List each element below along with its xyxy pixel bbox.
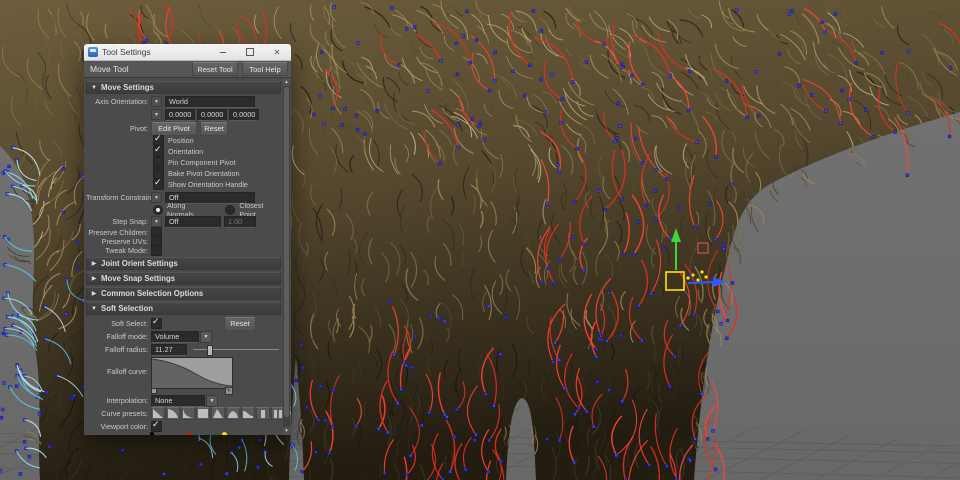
minimize-icon[interactable] — [215, 46, 231, 58]
steep-down-icon[interactable] — [181, 407, 195, 420]
curve-presets-row: Curve presets: — [86, 407, 291, 420]
falloff-mode-row: Falloff mode: Volume ▼ — [86, 330, 281, 343]
coord-z-field[interactable]: 0.0000 — [229, 108, 259, 121]
move-coords-row: ▼ 0.0000 0.0000 0.0000 — [86, 108, 281, 121]
active-tool-name: Move Tool — [90, 64, 129, 74]
interpolation-select[interactable]: None — [151, 394, 205, 407]
pulse-icon[interactable] — [256, 407, 270, 420]
coord-x-field[interactable]: 0.0000 — [165, 108, 195, 121]
step-snap-row: Step Snap: ▼ Off 1.00 — [86, 215, 281, 228]
axis-orientation-row: Axis Orientation: ▼ World — [86, 95, 281, 108]
option-arrow-icon[interactable]: ▼ — [151, 109, 162, 120]
tool-settings-content: ▼ Move Settings Axis Orientation: ▼ Worl… — [84, 78, 291, 435]
ramp-icon[interactable] — [211, 407, 225, 420]
scroll-down-icon[interactable]: ▼ — [283, 427, 290, 435]
ramp-key-yellow-icon[interactable] — [222, 432, 227, 435]
pivot-row: Pivot: Edit Pivot Reset — [86, 121, 281, 136]
s-curve-icon[interactable] — [241, 407, 255, 420]
expand-arrow-icon: ▶ — [91, 291, 97, 297]
falloff-curve-graph[interactable]: ✎ — [151, 357, 233, 395]
tweak-mode-checkbox[interactable] — [151, 244, 162, 256]
soft-selection-reset-button[interactable]: Reset — [224, 316, 256, 331]
section-joint-orient-settings[interactable]: ▶ Joint Orient Settings — [86, 257, 281, 270]
selected-cv-point[interactable] — [696, 278, 700, 282]
scroll-up-icon[interactable]: ▲ — [283, 78, 290, 86]
selected-cv-point[interactable] — [700, 270, 704, 274]
falloff-radius-row: Falloff radius: 11.27 — [86, 343, 281, 356]
falloff-radius-field[interactable]: 11.27 — [151, 343, 187, 356]
step-snap-select[interactable]: Off — [165, 215, 221, 228]
preserve-children-row: Preserve Children: — [86, 226, 281, 238]
smooth-down-icon[interactable] — [166, 407, 180, 420]
expand-arrow-icon: ▶ — [91, 261, 97, 267]
expand-arrow-icon: ▶ — [91, 276, 97, 282]
preserve-uvs-row: Preserve UVs: — [86, 235, 281, 247]
coord-y-field[interactable]: 0.0000 — [197, 108, 227, 121]
tool-settings-icon — [88, 47, 98, 57]
selected-cv-point[interactable] — [691, 273, 695, 277]
reset-tool-button[interactable]: Reset Tool — [192, 62, 238, 76]
interpolation-row: Interpolation: None ▼ — [86, 394, 281, 407]
collapse-arrow-icon: ▼ — [91, 305, 97, 312]
checkbox-row: Pin Component Pivot — [153, 157, 281, 168]
option-arrow-icon[interactable]: ▼ — [151, 192, 162, 203]
selected-cv-point[interactable] — [686, 276, 690, 280]
checkbox-row: Orientation — [153, 144, 281, 157]
section-move-settings[interactable]: ▼ Move Settings — [86, 81, 281, 94]
dome-icon[interactable] — [226, 407, 240, 420]
falloff-curve-plot — [151, 358, 233, 387]
curve-key-marker[interactable] — [151, 388, 157, 394]
option-arrow-icon[interactable]: ▼ — [151, 216, 162, 227]
pin-component-pivot-checkbox[interactable] — [153, 157, 164, 168]
tool-settings-window: Tool Settings ✕ Move Tool Reset Tool Too… — [84, 44, 291, 435]
window-title: Tool Settings — [102, 47, 151, 57]
option-arrow-icon[interactable]: ▼ — [151, 96, 162, 107]
section-move-snap-settings[interactable]: ▶ Move Snap Settings — [86, 272, 281, 285]
falloff-color-row: Falloff color: ✕ — [86, 432, 281, 435]
tool-header: Move Tool Reset Tool Tool Help — [84, 61, 291, 78]
checkbox-row: Show Orientation Handle — [153, 177, 281, 190]
chevron-down-icon[interactable]: ▼ — [206, 394, 218, 407]
orientation-checkbox[interactable] — [153, 144, 164, 157]
close-icon[interactable]: ✕ — [269, 46, 285, 58]
falloff-curve-row: Falloff curve: ✎ — [86, 357, 281, 395]
selected-cv-point[interactable] — [704, 275, 708, 279]
viewport-color-row: Viewport color: — [86, 419, 281, 432]
constraint-options-row: Along Normals Closest Point — [153, 201, 281, 219]
ramp-key-black-icon[interactable] — [150, 432, 154, 435]
checkbox-row: Position — [153, 133, 281, 146]
axis-orientation-select[interactable]: World — [165, 95, 255, 108]
edit-curve-icon[interactable]: ✎ — [225, 387, 233, 395]
pivot-reset-button[interactable]: Reset — [200, 121, 228, 136]
maximize-icon[interactable] — [242, 46, 258, 58]
x-axis-handle[interactable] — [687, 281, 715, 284]
along-normals-radio[interactable] — [153, 204, 163, 215]
chevron-down-icon[interactable]: ▼ — [200, 330, 212, 343]
panel-scrollbar[interactable]: ▲ ▼ — [283, 78, 290, 435]
scrollbar-thumb[interactable] — [284, 87, 289, 417]
collapse-arrow-icon: ▼ — [91, 84, 97, 91]
soft-select-row: Soft Select: Reset — [86, 316, 281, 331]
show-orientation-handle-checkbox[interactable] — [153, 177, 164, 190]
closest-point-radio[interactable] — [225, 204, 236, 215]
checkbox-row: Bake Pivot Orientation — [153, 168, 281, 179]
section-soft-selection[interactable]: ▼ Soft Selection — [86, 302, 281, 315]
falloff-radius-slider[interactable] — [193, 345, 281, 356]
slider-handle[interactable] — [207, 345, 214, 356]
ramp-key-red-icon[interactable] — [187, 432, 191, 435]
viewport-color-checkbox[interactable] — [151, 419, 162, 432]
soft-select-checkbox[interactable] — [151, 316, 162, 329]
tweak-mode-row: Tweak Mode: — [86, 244, 281, 256]
tool-help-button[interactable]: Tool Help — [242, 62, 288, 76]
step-snap-increment-field[interactable]: 1.00 — [224, 215, 256, 228]
falloff-mode-select[interactable]: Volume — [151, 330, 199, 343]
solid-icon[interactable] — [196, 407, 210, 420]
section-common-selection-options[interactable]: ▶ Common Selection Options — [86, 287, 281, 300]
window-titlebar[interactable]: Tool Settings ✕ — [84, 44, 291, 61]
curve-presets — [151, 407, 291, 420]
